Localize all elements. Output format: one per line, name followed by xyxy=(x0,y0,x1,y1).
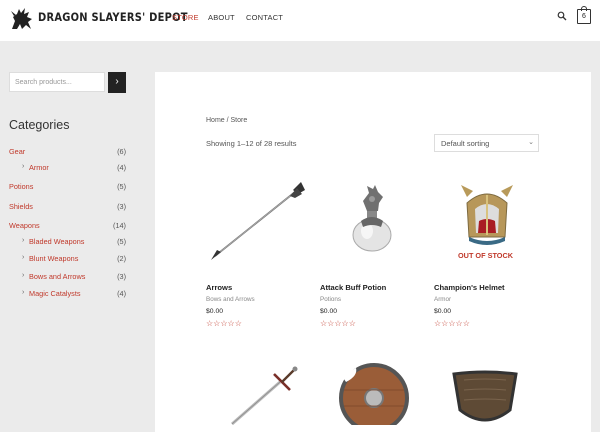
chevron-right-icon: › xyxy=(22,289,25,296)
dragon-logo-icon[interactable] xyxy=(9,5,35,31)
cart-count: 6 xyxy=(582,13,586,20)
category-count: (14) xyxy=(113,221,126,230)
product-title[interactable]: Attack Buff Potion xyxy=(320,283,386,292)
category-label[interactable]: Weapons xyxy=(9,221,40,230)
category-count: (3) xyxy=(117,202,126,211)
category-label[interactable]: Magic Catalysts xyxy=(9,289,81,298)
category-count: (5) xyxy=(117,182,126,191)
chevron-right-icon: › xyxy=(22,163,25,170)
category-armor[interactable]: › Armor (4) xyxy=(9,163,126,172)
helmet-product-image[interactable] xyxy=(459,183,515,245)
category-count: (3) xyxy=(117,272,126,281)
category-label[interactable]: Armor xyxy=(9,163,49,172)
cart-button[interactable]: 6 xyxy=(577,6,591,24)
category-count: (6) xyxy=(117,147,126,156)
category-count: (4) xyxy=(117,163,126,172)
category-count: (2) xyxy=(117,254,126,263)
sort-selected-value: Default sorting xyxy=(441,139,490,148)
category-label[interactable]: Bladed Weapons xyxy=(9,237,84,246)
categories-heading: Categories xyxy=(9,118,70,132)
round-shield-product-image[interactable] xyxy=(338,362,410,425)
category-label[interactable]: Gear xyxy=(9,147,25,156)
category-shields[interactable]: Shields (3) xyxy=(9,202,126,211)
rating-stars: ☆☆☆☆☆ xyxy=(206,319,242,328)
site-header: DRAGON SLAYERS' DEPOT STORE ABOUT CONTAC… xyxy=(0,0,600,41)
category-gear[interactable]: Gear (6) xyxy=(9,147,126,156)
chevron-right-icon: › xyxy=(22,254,25,261)
product-category: Bows and Arrows xyxy=(206,296,255,303)
rating-stars: ☆☆☆☆☆ xyxy=(320,319,356,328)
product-price: $0.00 xyxy=(434,308,452,315)
category-count: (5) xyxy=(117,237,126,246)
nav-contact-link[interactable]: CONTACT xyxy=(246,13,283,22)
category-bladed-weapons[interactable]: › Bladed Weapons (5) xyxy=(9,237,126,246)
chevron-right-icon: › xyxy=(22,272,25,279)
search-icon[interactable] xyxy=(557,11,567,21)
potion-product-image[interactable] xyxy=(345,183,400,253)
category-label[interactable]: Potions xyxy=(9,182,33,191)
arrows-product-image[interactable] xyxy=(205,180,310,262)
sort-select[interactable]: Default sorting ⌄ xyxy=(434,134,539,152)
category-label[interactable]: Bows and Arrows xyxy=(9,272,85,281)
sword-product-image[interactable] xyxy=(228,360,306,425)
category-label[interactable]: Blunt Weapons xyxy=(9,254,78,263)
product-title[interactable]: Arrows xyxy=(206,283,232,292)
product-search-input[interactable]: Search products... xyxy=(9,72,105,92)
category-blunt-weapons[interactable]: › Blunt Weapons (2) xyxy=(9,254,126,263)
breadcrumb[interactable]: Home / Store xyxy=(206,117,247,124)
product-category: Armor xyxy=(434,296,452,303)
crest-shield-product-image[interactable] xyxy=(450,370,520,425)
product-price: $0.00 xyxy=(206,308,224,315)
result-count: Showing 1–12 of 28 results xyxy=(206,139,297,148)
site-title[interactable]: DRAGON SLAYERS' DEPOT xyxy=(38,10,188,24)
category-label[interactable]: Shields xyxy=(9,202,33,211)
product-price: $0.00 xyxy=(320,308,338,315)
product-title[interactable]: Champion's Helmet xyxy=(434,283,505,292)
category-weapons[interactable]: Weapons (14) xyxy=(9,221,126,230)
category-magic-catalysts[interactable]: › Magic Catalysts (4) xyxy=(9,289,126,298)
nav-store-link[interactable]: STORE xyxy=(172,13,199,22)
chevron-down-icon: ⌄ xyxy=(528,139,534,146)
rating-stars: ☆☆☆☆☆ xyxy=(434,319,470,328)
product-search-button[interactable]: › xyxy=(108,72,126,93)
product-category: Potions xyxy=(320,296,342,303)
category-potions[interactable]: Potions (5) xyxy=(9,182,126,191)
out-of-stock-badge: OUT OF STOCK xyxy=(458,251,513,260)
chevron-right-icon: › xyxy=(22,237,25,244)
nav-about-link[interactable]: ABOUT xyxy=(208,13,235,22)
category-bows-and-arrows[interactable]: › Bows and Arrows (3) xyxy=(9,272,126,281)
category-count: (4) xyxy=(117,289,126,298)
